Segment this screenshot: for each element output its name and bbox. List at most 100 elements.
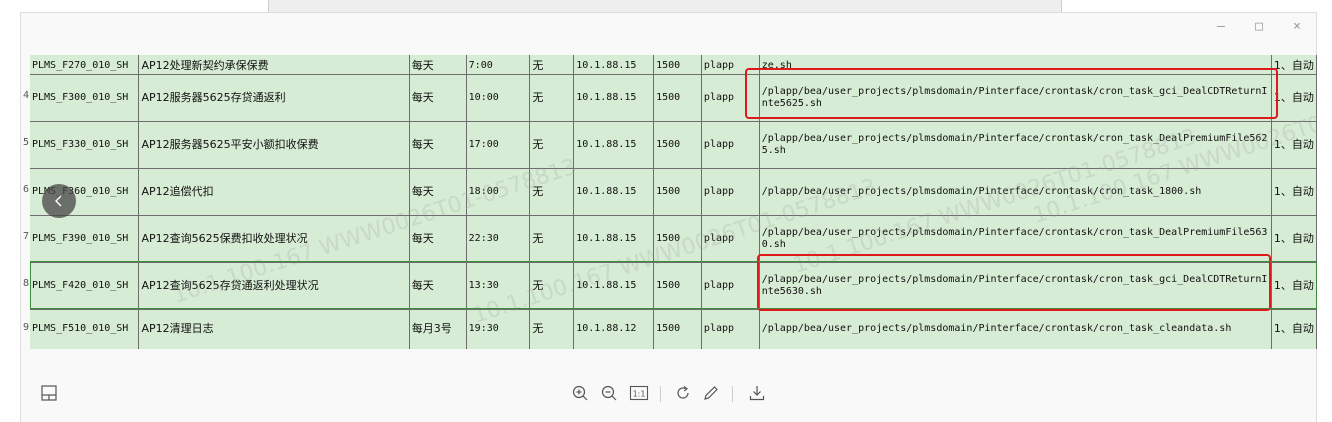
table-cell: AP12服务器5625平安小额扣收保费 [138,121,410,169]
table-cell: 13:30 [466,262,531,310]
toolbar-divider [660,386,661,402]
table-cell: AP12清理日志 [138,309,410,349]
table-cell: 1500 [653,309,702,349]
edit-icon[interactable] [700,382,722,404]
table-row: PLMS_F390_010_SH AP12查询5625保费扣收处理状况 每天 22:3… [30,215,1317,263]
table-cell: PLMS_F510_010_SH [30,309,140,349]
table-cell: plapp [701,168,760,216]
row-number: 8 [22,278,29,289]
table-cell: PLMS_F300_010_SH [30,74,140,122]
table-cell: 10:00 [466,74,531,122]
table-cell: plapp [701,74,760,122]
close-button[interactable]: × [1290,17,1304,37]
table-cell: AP12查询5625保费扣收处理状况 [138,215,410,263]
maximize-button[interactable]: □ [1252,17,1266,37]
window-controls: – □ × [1214,17,1304,37]
table-cell: /plapp/bea/user_projects/plmsdomain/Pint… [759,121,1272,169]
rotate-icon[interactable] [672,382,694,404]
table-row: PLMS_F510_010_SH AP12清理日志 每月3号 19:30 无 10.1.8… [30,309,1317,349]
table-cell: /plapp/bea/user_projects/plmsdomain/Pint… [759,309,1272,349]
table-cell: 10.1.88.12 [573,309,655,349]
chevron-left-icon [55,195,62,207]
table-cell: 无 [529,168,575,216]
table-cell: 每天 [409,121,467,169]
background-window-tab [268,0,1062,12]
table-cell: plapp [701,309,760,349]
table-cell: 1500 [653,215,702,263]
table-cell: 每月3号 [409,309,467,349]
table-cell: 1、自动 [1271,262,1317,310]
table-cell: 无 [529,121,575,169]
table-cell: plapp [701,262,760,310]
download-icon[interactable] [746,382,768,404]
row-number: 6 [22,184,29,195]
table-cell: 1、自动 [1271,74,1317,122]
table-cell: 每天 [409,215,467,263]
table-cell: 10.1.88.15 [573,121,655,169]
table-cell: plapp [701,55,760,75]
table-row: PLMS_F360_010_SH AP12追偿代扣 每天 18:00 无 10.1.88.… [30,168,1317,216]
table-cell: PLMS_F330_010_SH [30,121,140,169]
table-row: PLMS_F300_010_SH AP12服务器5625存贷通返利 每天 10:00 无… [30,74,1317,122]
table-cell: 无 [529,309,575,349]
table-row: PLMS_F270_010_SH AP12处理新契约承保保费 每天 7:00 无 10.1… [30,55,1317,75]
table-cell: 22:30 [466,215,531,263]
table-cell: 1500 [653,74,702,122]
table-cell: PLMS_F390_010_SH [30,215,140,263]
table-cell: AP12查询5625存贷通返利处理状况 [138,262,410,310]
row-number: 9 [22,322,29,333]
table-cell: 10.1.88.15 [573,215,655,263]
table-cell: 1500 [653,262,702,310]
table-cell: 无 [529,262,575,310]
table-cell: 10.1.88.15 [573,168,655,216]
previous-image-button[interactable] [42,184,76,218]
spreadsheet-image: PLMS_F270_010_SH AP12处理新契约承保保费 每天 7:00 无 10.1… [30,55,1317,349]
table-cell: 19:30 [466,309,531,349]
toolbar-divider [732,386,733,402]
table-row: PLMS_F420_010_SH AP12查询5625存贷通返利处理状况 每天 13:… [30,262,1317,310]
table-cell: PLMS_F420_010_SH [30,262,140,310]
table-cell: 1500 [653,168,702,216]
table-cell: plapp [701,121,760,169]
table-cell: 10.1.88.15 [573,55,655,75]
table-cell: 1、自动 [1271,55,1317,75]
table-cell: 1、自动 [1271,309,1317,349]
zoom-in-icon[interactable] [569,382,591,404]
table-cell: plapp [701,215,760,263]
table-cell: AP12追偿代扣 [138,168,410,216]
job-schedule-table: PLMS_F270_010_SH AP12处理新契约承保保费 每天 7:00 无 10.1… [30,55,1317,349]
table-cell: 1500 [653,121,702,169]
minimize-button[interactable]: – [1214,17,1228,37]
table-cell: /plapp/bea/user_projects/plmsdomain/Pint… [759,168,1272,216]
table-cell: 无 [529,215,575,263]
zoom-out-icon[interactable] [598,382,620,404]
thumbnail-panel-icon[interactable] [38,382,60,404]
table-cell: 每天 [409,262,467,310]
table-cell: 每天 [409,55,467,75]
row-number: 7 [22,231,29,242]
table-cell: 10.1.88.15 [573,74,655,122]
table-row: PLMS_F330_010_SH AP12服务器5625平安小额扣收保费 每天 17:… [30,121,1317,169]
table-cell: 7:00 [466,55,531,75]
table-cell: AP12处理新契约承保保费 [138,55,410,75]
table-cell: 18:00 [466,168,531,216]
table-cell: AP12服务器5625存贷通返利 [138,74,410,122]
background-window-strip [0,0,1332,12]
table-cell: 10.1.88.15 [573,262,655,310]
table-cell: 1、自动 [1271,168,1317,216]
row-number: 5 [22,137,29,148]
table-cell: 无 [529,55,575,75]
table-cell: PLMS_F270_010_SH [30,55,140,75]
table-cell: /plapp/bea/user_projects/plmsdomain/Pint… [759,74,1272,122]
table-cell: ze.sh [759,55,1272,75]
viewer-toolbar: 1:1 [20,374,1317,414]
table-cell: 无 [529,74,575,122]
table-cell: 1、自动 [1271,215,1317,263]
table-cell: 17:00 [466,121,531,169]
table-cell: 每天 [409,74,467,122]
actual-size-icon[interactable]: 1:1 [628,382,650,404]
table-cell: /plapp/bea/user_projects/plmsdomain/Pint… [759,215,1272,263]
row-number: 4 [22,90,29,101]
actual-size-label: 1:1 [633,390,646,399]
table-cell: /plapp/bea/user_projects/plmsdomain/Pint… [759,262,1272,310]
